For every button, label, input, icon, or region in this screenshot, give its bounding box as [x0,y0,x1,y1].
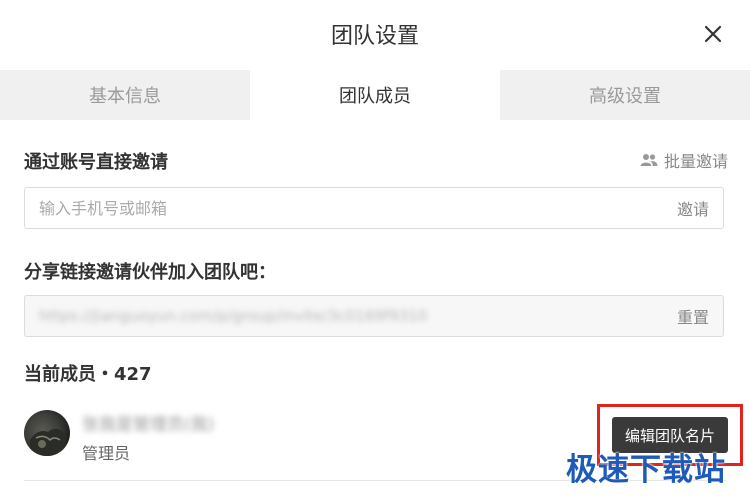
watermark-text: 极速下载站 [566,452,726,488]
member-role: 管理员 [82,444,131,463]
share-link-label: 分享链接邀请伙伴加入团队吧： [24,262,276,283]
invite-by-account-label: 通过账号直接邀请 [24,152,168,173]
tab-basic-info[interactable]: 基本信息 [0,70,250,120]
invite-input[interactable] [25,188,663,228]
tab-advanced-settings[interactable]: 高级设置 [500,70,750,120]
people-icon [640,154,658,166]
tab-bar: 基本信息 团队成员 高级设置 [0,70,750,120]
dialog-header: 团队设置 [0,0,750,68]
batch-invite-label: 批量邀请 [663,152,728,171]
share-link-field: https://jianguoyun.com/p/group/invite/3c… [24,295,724,337]
avatar[interactable] [24,410,70,456]
invite-button[interactable]: 邀请 [663,196,723,220]
current-members-label: 当前成员・427 [24,364,152,385]
close-icon [704,25,722,43]
share-link-text[interactable]: https://jianguoyun.com/p/group/invite/3c… [25,307,663,325]
batch-invite-button[interactable]: 批量邀请 [640,148,728,172]
close-button[interactable] [696,17,730,51]
reset-link-button[interactable]: 重置 [663,304,723,328]
tab-team-members[interactable]: 团队成员 [250,70,500,120]
invite-field: 邀请 [24,187,724,229]
avatar-image [30,428,66,456]
dialog-title: 团队设置 [330,24,419,49]
member-name: 张我是管理员(我) [82,415,215,435]
